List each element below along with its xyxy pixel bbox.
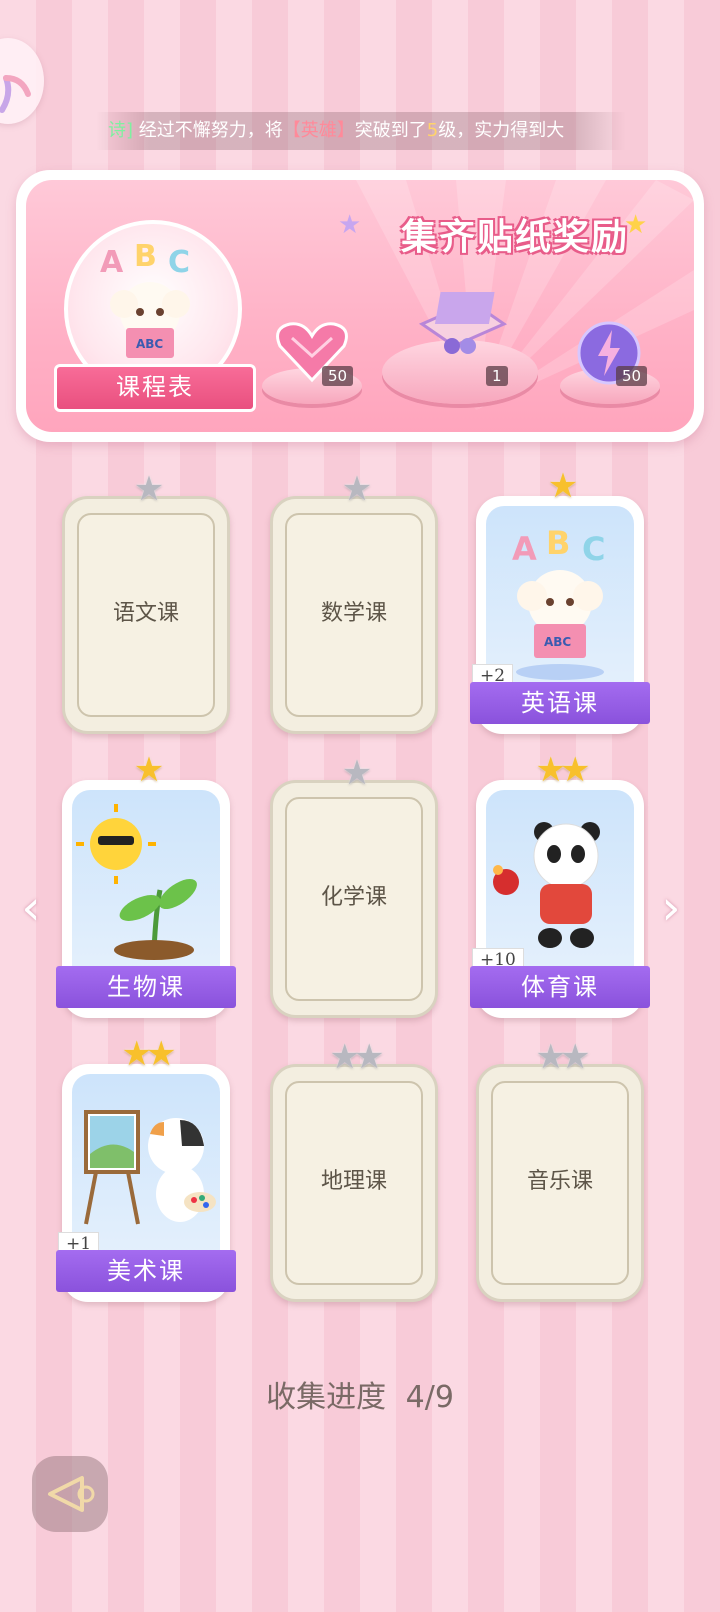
star-rating: ★ bbox=[65, 471, 227, 507]
star-icon: ★ bbox=[560, 750, 591, 790]
reward-count: 50 bbox=[322, 366, 354, 386]
purple-star-icon: ★ bbox=[338, 210, 362, 240]
card-name-label: 体育课 bbox=[470, 966, 650, 1008]
svg-text:A: A bbox=[100, 245, 124, 280]
ticker-text-2: 突破到了 bbox=[354, 120, 427, 141]
star-icon: ★ bbox=[146, 1034, 177, 1074]
svg-text:C: C bbox=[582, 530, 605, 568]
svg-text:ABC: ABC bbox=[544, 635, 571, 649]
svg-text:ABC: ABC bbox=[136, 337, 163, 351]
news-ticker: 诗] 经过不懈努力，将【英雄】突破到了5级，实力得到大 bbox=[96, 112, 626, 150]
ticker-text-3: 级，实力得到大 bbox=[438, 120, 565, 141]
collection-progress: 收集进度 4/9 bbox=[0, 1372, 720, 1416]
svg-text:B: B bbox=[546, 524, 570, 562]
card-name: 数学课 bbox=[320, 601, 387, 626]
star-rating: ★★ bbox=[476, 752, 644, 788]
star-icon: ★ bbox=[341, 469, 373, 509]
sticker-card[interactable]: ★★ +1 美术课 bbox=[56, 1036, 236, 1302]
star-rating: ★ bbox=[273, 755, 435, 791]
sticker-card[interactable]: ★ 语文课 bbox=[62, 471, 230, 734]
sticker-card[interactable]: ★★ 音乐课 bbox=[476, 1039, 644, 1302]
gift-box-icon[interactable] bbox=[412, 284, 512, 364]
card-name: 语文课 bbox=[112, 601, 179, 626]
schedule-ribbon[interactable]: 课程表 bbox=[54, 364, 256, 412]
progress-label: 收集进度 bbox=[266, 1380, 387, 1415]
svg-text:C: C bbox=[168, 245, 190, 280]
sticker-card[interactable]: ★ 化学课 bbox=[270, 755, 438, 1018]
card-name-label: 生物课 bbox=[56, 966, 236, 1008]
ticker-level: 5 bbox=[426, 120, 439, 141]
reward-banner: ★ ★ 集齐贴纸奖励 A B C ABC 课程表 50 1 50 bbox=[16, 170, 704, 442]
reward-count: 1 bbox=[486, 366, 508, 386]
ticker-text-1: 经过不懈努力，将 bbox=[138, 120, 283, 141]
card-name: 地理课 bbox=[320, 1169, 387, 1194]
star-rating: ★ bbox=[476, 468, 644, 504]
chevron-left-icon[interactable]: ‹ bbox=[16, 878, 46, 938]
ticker-prefix: 诗] bbox=[108, 120, 134, 141]
star-icon: ★ bbox=[535, 750, 567, 790]
sticker-card[interactable]: ★ 生物课 bbox=[56, 752, 236, 1018]
star-icon: ★ bbox=[133, 750, 165, 790]
sticker-card[interactable]: ★ 数学课 bbox=[270, 471, 438, 734]
star-icon: ★ bbox=[329, 1037, 361, 1077]
svg-text:B: B bbox=[134, 239, 157, 274]
back-button[interactable] bbox=[32, 1456, 108, 1532]
star-icon: ★ bbox=[560, 1037, 591, 1077]
progress-value: 4/9 bbox=[405, 1380, 454, 1415]
star-icon: ★ bbox=[535, 1037, 567, 1077]
star-rating: ★★ bbox=[62, 1036, 230, 1072]
menu-corner-button[interactable] bbox=[0, 38, 44, 124]
pinwheel-icon bbox=[0, 75, 31, 113]
sticker-card[interactable]: ★★ 地理课 bbox=[270, 1039, 438, 1302]
sticker-card[interactable]: ★★ +10 体育课 bbox=[470, 752, 650, 1018]
sticker-card[interactable]: ★ A B C ABC +2 英语课 bbox=[470, 468, 650, 734]
chevron-right-icon[interactable]: › bbox=[656, 878, 686, 938]
card-name: 音乐课 bbox=[526, 1169, 593, 1194]
star-rating: ★ bbox=[62, 752, 230, 788]
back-icon bbox=[48, 1476, 95, 1512]
svg-text:A: A bbox=[512, 530, 537, 568]
star-icon: ★ bbox=[547, 466, 579, 506]
star-icon: ★ bbox=[133, 469, 165, 509]
star-icon: ★ bbox=[121, 1034, 153, 1074]
star-rating: ★★ bbox=[273, 1039, 435, 1075]
card-name-label: 英语课 bbox=[470, 682, 650, 724]
card-name-label: 美术课 bbox=[56, 1250, 236, 1292]
ticker-hero: 【英雄】 bbox=[282, 120, 355, 141]
reward-count: 50 bbox=[616, 366, 648, 386]
star-icon: ★ bbox=[341, 753, 373, 793]
star-icon: ★ bbox=[354, 1037, 385, 1077]
banner-title: 集齐贴纸奖励 bbox=[400, 217, 629, 258]
card-name: 化学课 bbox=[320, 885, 387, 910]
star-rating: ★★ bbox=[479, 1039, 641, 1075]
star-rating: ★ bbox=[273, 471, 435, 507]
